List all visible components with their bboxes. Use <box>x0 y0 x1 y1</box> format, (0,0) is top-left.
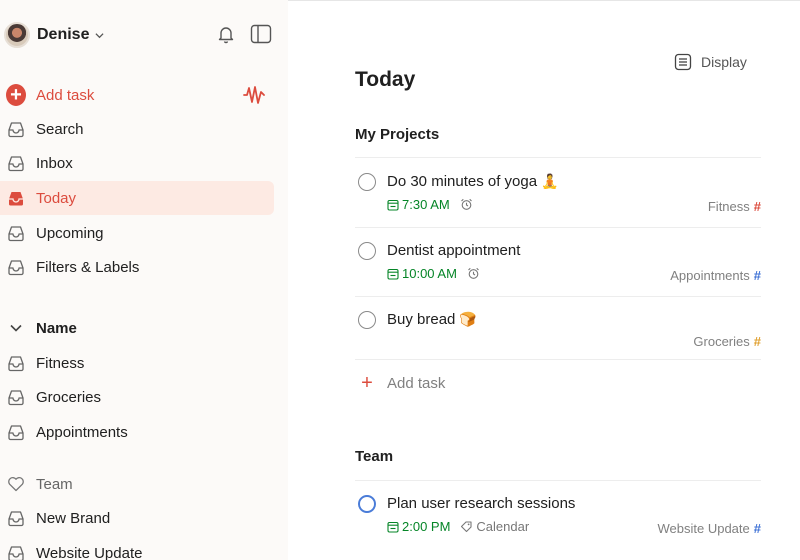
heart-icon <box>6 474 26 494</box>
task-due[interactable]: 2:00 PM <box>387 519 450 534</box>
sidebar-toggle-icon[interactable] <box>250 24 272 44</box>
avatar <box>4 22 30 48</box>
plus-icon: + <box>361 372 373 394</box>
main-content: Display Today My Projects Do 30 minutes … <box>288 0 800 560</box>
calendar-icon <box>387 521 399 533</box>
project-icon <box>6 387 26 407</box>
sidebar-item-appointments[interactable]: Appointments <box>0 415 274 449</box>
task-project[interactable]: Appointments # <box>670 268 761 283</box>
task-due[interactable]: 10:00 AM <box>387 266 457 281</box>
inbox-icon <box>6 153 26 173</box>
task-title: Dentist appointment <box>387 242 521 259</box>
task-checkbox[interactable] <box>358 311 376 329</box>
task-label[interactable]: Calendar <box>460 519 529 534</box>
task-checkbox[interactable] <box>358 242 376 260</box>
sidebar-item-label: Inbox <box>36 154 73 172</box>
search-icon <box>6 119 26 139</box>
display-button[interactable]: Display <box>674 51 747 73</box>
hash-icon: # <box>753 268 761 283</box>
task-due[interactable]: 7:30 AM <box>387 197 450 212</box>
section-label: Name <box>36 319 77 337</box>
alarm-icon <box>460 198 472 210</box>
chevron-down-icon <box>95 32 105 38</box>
task-title: Do 30 minutes of yoga 🧘 <box>387 173 559 190</box>
project-icon <box>6 422 26 442</box>
page-title: Today <box>355 68 416 91</box>
sidebar-item-label: Upcoming <box>36 224 104 242</box>
waveform-icon[interactable] <box>242 84 266 106</box>
sidebar-item-inbox[interactable]: Inbox <box>0 146 274 180</box>
task-checkbox[interactable] <box>358 173 376 191</box>
sidebar-item-label: Today <box>36 189 77 207</box>
sidebar-item-label: Filters & Labels <box>36 258 140 276</box>
task-meta: 2:00 PM Calendar <box>387 519 529 534</box>
sidebar-item-filters-labels[interactable]: Filters & Labels <box>0 250 274 284</box>
today-icon <box>6 188 26 208</box>
section-name-toggle[interactable]: Name <box>0 314 77 342</box>
project-icon <box>6 543 26 560</box>
filters-icon <box>6 257 26 277</box>
calendar-icon <box>387 199 399 211</box>
display-icon <box>674 53 692 71</box>
sidebar-item-label: Groceries <box>36 388 102 406</box>
task-meta: 7:30 AM <box>387 197 473 212</box>
add-task-inline-button[interactable]: + Add task <box>355 372 445 394</box>
sidebar-item-label: Fitness <box>36 354 85 372</box>
task-meta: 10:00 AM <box>387 266 480 281</box>
label-tag-icon <box>461 521 472 533</box>
sidebar-item-fitness[interactable]: Fitness <box>0 346 274 380</box>
task-project[interactable]: Groceries # <box>693 334 761 349</box>
hash-icon: # <box>753 199 761 214</box>
sidebar-item-search[interactable]: Search <box>0 112 274 146</box>
task-item[interactable]: Dentist appointment 10:00 AM Appointment… <box>355 236 761 296</box>
task-title: Plan user research sessions <box>387 495 576 512</box>
divider <box>355 359 761 360</box>
user-menu[interactable]: Denise <box>4 19 105 51</box>
section-title-team: Team <box>355 448 394 465</box>
section-title-my-projects: My Projects <box>355 126 440 143</box>
project-icon <box>6 508 26 528</box>
task-item[interactable]: Plan user research sessions 2:00 PM Cale… <box>355 489 761 549</box>
user-name: Denise <box>37 26 90 43</box>
alarm-icon <box>468 267 479 279</box>
task-project[interactable]: Fitness # <box>708 199 761 214</box>
add-icon: + <box>6 84 26 106</box>
task-emoji: 🧘 <box>541 173 559 189</box>
divider <box>355 227 761 228</box>
hash-icon: # <box>753 334 761 349</box>
task-title: Buy bread 🍞 <box>387 311 477 328</box>
section-label: Team <box>36 475 73 493</box>
display-label: Display <box>701 54 747 70</box>
task-project[interactable]: Website Update # <box>658 521 762 536</box>
divider <box>355 480 761 481</box>
bell-icon[interactable] <box>216 24 236 44</box>
divider <box>355 157 761 158</box>
upcoming-icon <box>6 223 26 243</box>
sidebar-item-today[interactable]: Today <box>0 181 274 215</box>
sidebar: Denise + Add task Search Inbox Today Upc… <box>0 0 288 560</box>
task-checkbox[interactable] <box>358 495 376 513</box>
calendar-icon <box>387 268 399 280</box>
task-item[interactable]: Do 30 minutes of yoga 🧘 7:30 AM Fitness # <box>355 167 761 227</box>
task-emoji: 🍞 <box>459 311 477 327</box>
sidebar-item-label: Website Update <box>36 544 143 560</box>
sidebar-item-label: New Brand <box>36 509 111 527</box>
add-task-button[interactable]: + Add task <box>0 78 274 112</box>
chevron-down-icon <box>6 318 26 338</box>
divider <box>355 296 761 297</box>
sidebar-item-website-update[interactable]: Website Update <box>0 536 274 560</box>
task-item[interactable]: Buy bread 🍞 Groceries # <box>355 305 761 359</box>
add-task-label: Add task <box>36 86 95 104</box>
sidebar-item-label: Search <box>36 120 84 138</box>
add-task-label: Add task <box>387 374 446 392</box>
hash-icon: # <box>753 521 761 536</box>
sidebar-item-upcoming[interactable]: Upcoming <box>0 216 274 250</box>
sidebar-item-new-brand[interactable]: New Brand <box>0 501 274 535</box>
sidebar-item-label: Appointments <box>36 423 128 441</box>
project-icon <box>6 353 26 373</box>
section-team-toggle[interactable]: Team <box>0 470 73 498</box>
sidebar-item-groceries[interactable]: Groceries <box>0 380 274 414</box>
